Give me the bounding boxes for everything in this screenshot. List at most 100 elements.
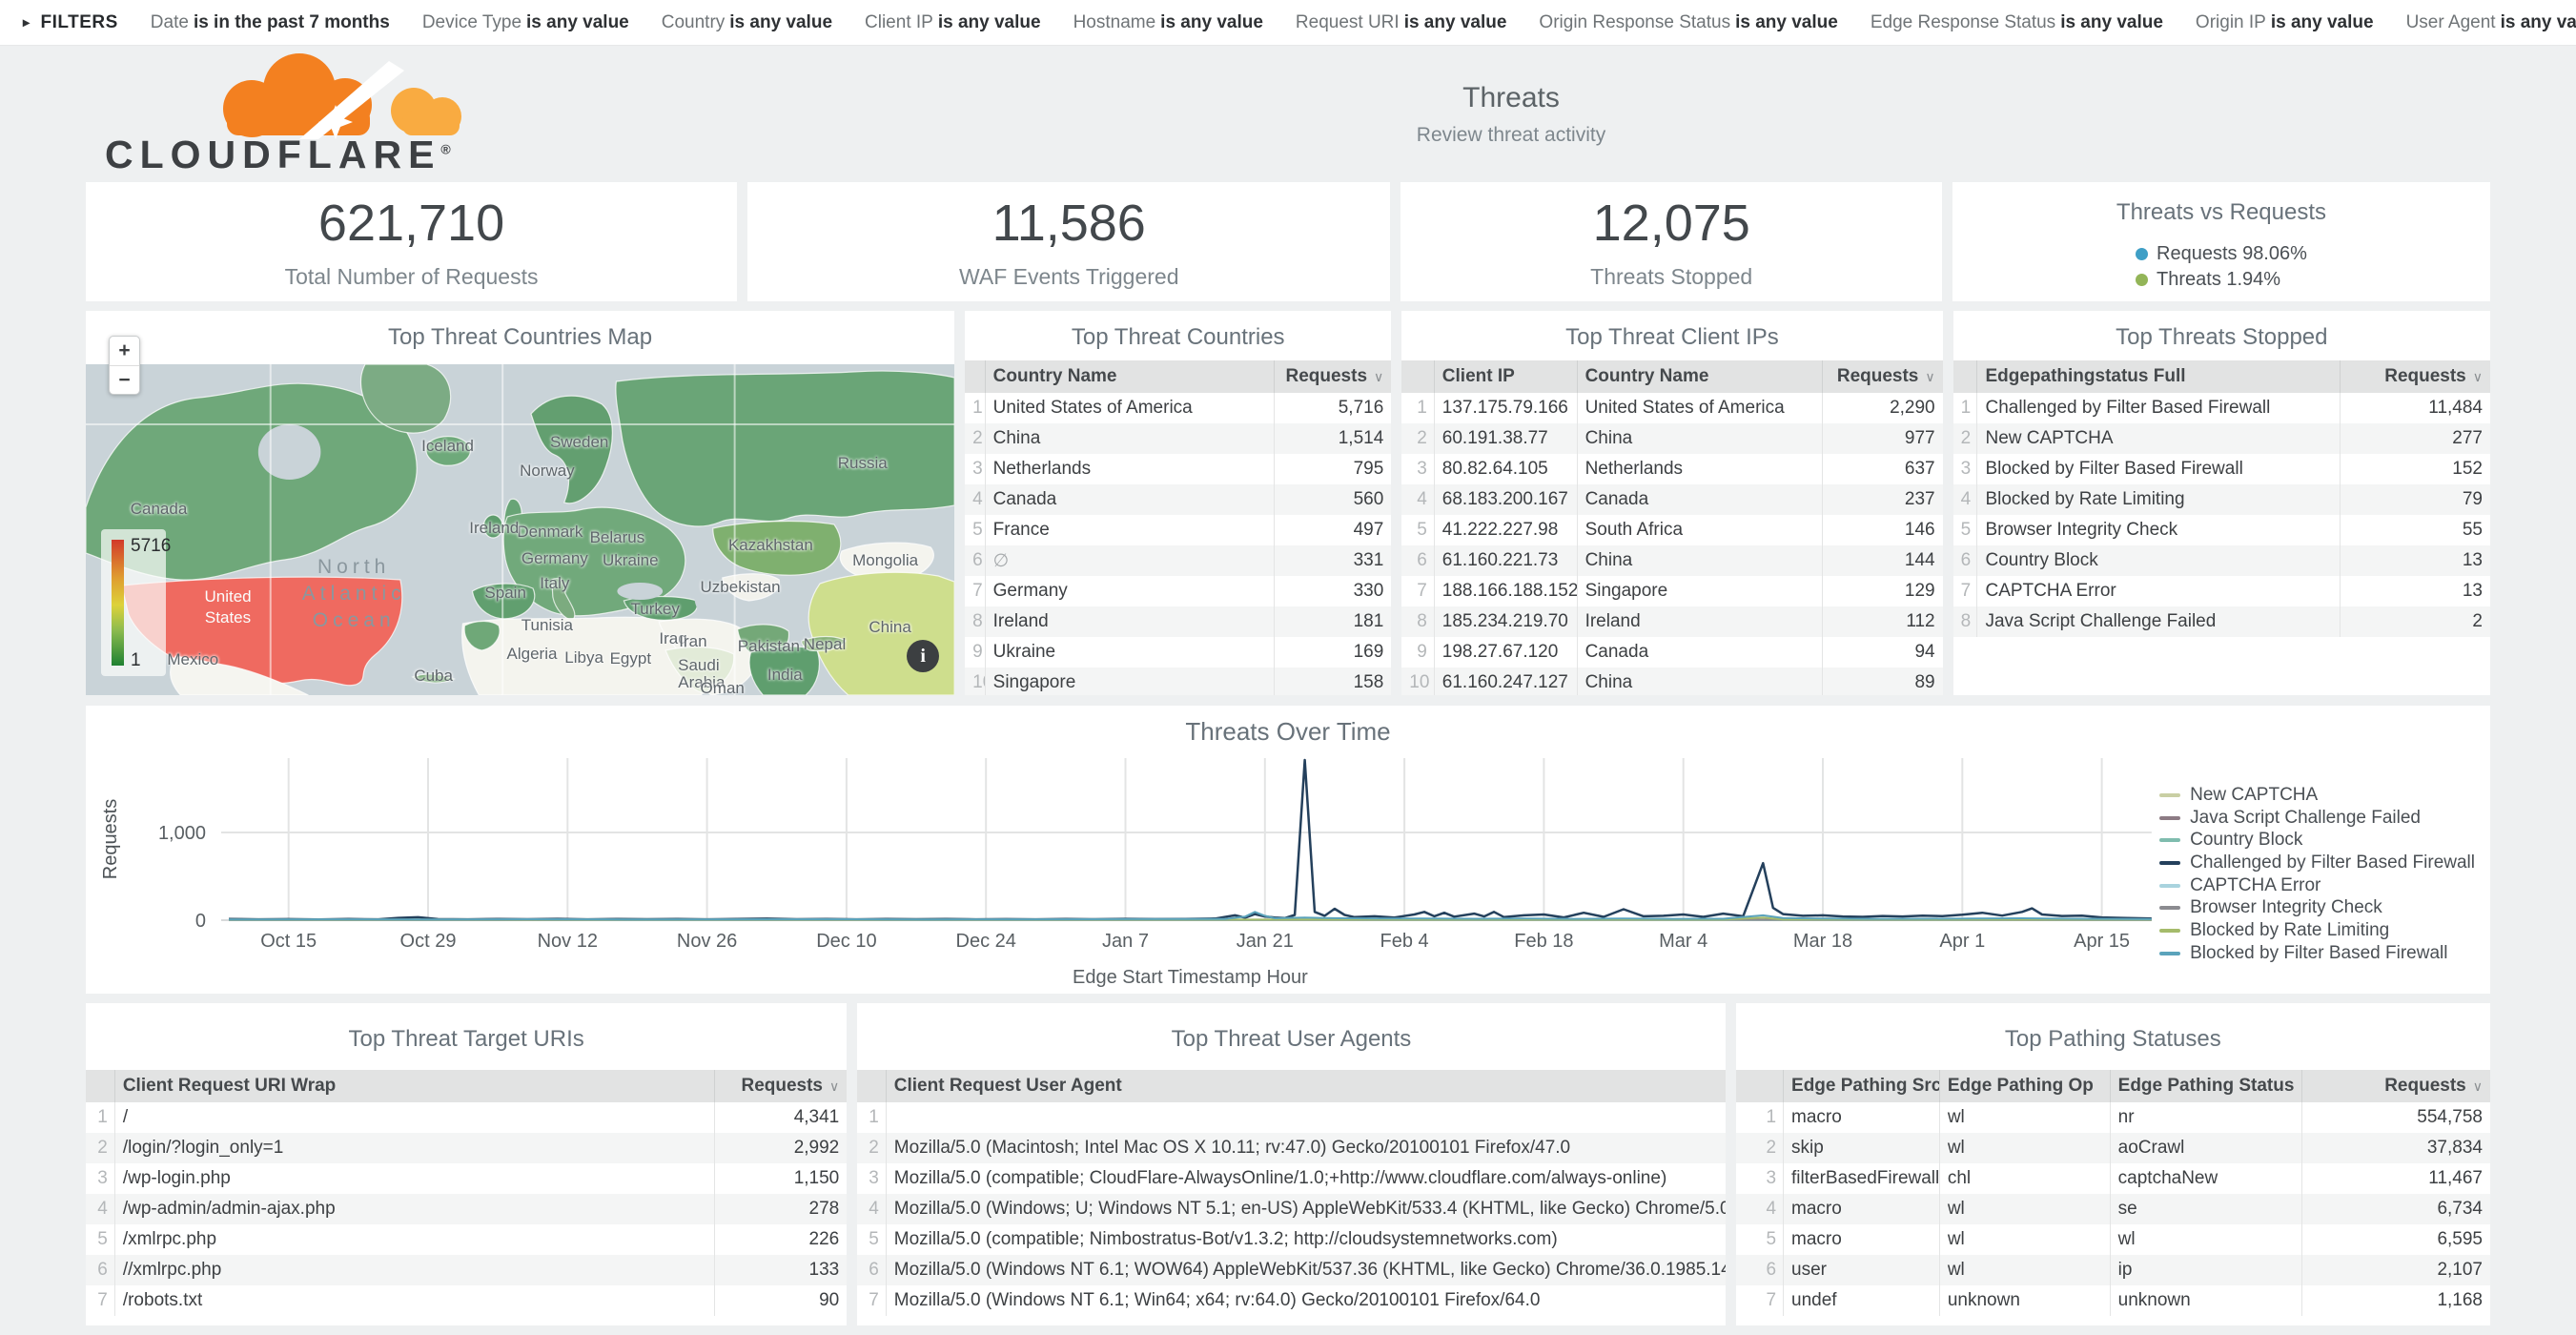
column-header[interactable]: Country Name <box>1577 360 1823 393</box>
table-cell: China <box>1577 668 1823 695</box>
table-row: 2Mozilla/5.0 (Macintosh; Intel Mac OS X … <box>857 1133 1725 1163</box>
column-header[interactable]: Client Request User Agent <box>886 1070 1725 1102</box>
zoom-out-button[interactable]: − <box>110 365 139 394</box>
table-cell: 55 <box>2340 515 2490 545</box>
legend-label: New CAPTCHA <box>2190 785 2318 806</box>
filter-item[interactable]: Dateis in the past 7 months <box>151 12 390 33</box>
table-cell: Country Block <box>1977 545 2340 576</box>
column-header[interactable]: Country Name <box>985 360 1274 393</box>
filter-item[interactable]: User Agentis any value <box>2406 12 2576 33</box>
column-header[interactable]: Requests∨ <box>2340 360 2490 393</box>
chart-legend-item[interactable]: Browser Integrity Check <box>2159 896 2475 919</box>
legend-line-icon <box>2159 906 2180 910</box>
chart-legend-item[interactable]: Java Script Challenge Failed <box>2159 807 2475 830</box>
table-cell: Mozilla/5.0 (compatible; CloudFlare-Alwa… <box>886 1163 1725 1194</box>
table-row: 2skipwlaoCrawl37,834 <box>1736 1133 2490 1163</box>
column-header[interactable]: Edgepathingstatus Full <box>1977 360 2340 393</box>
filter-item[interactable]: Origin IPis any value <box>2196 12 2374 33</box>
table-cell: 185.234.219.70 <box>1434 606 1577 637</box>
table-cell: 90 <box>714 1285 847 1316</box>
filter-field-label: Client IP <box>865 12 933 32</box>
table-cell: 181 <box>1274 606 1391 637</box>
table-cell: 152 <box>2340 454 2490 484</box>
filter-item[interactable]: Request URIis any value <box>1296 12 1507 33</box>
filter-field-label: Origin Response Status <box>1539 12 1730 32</box>
page-title: Threats <box>1417 82 1605 114</box>
column-header[interactable]: Edge Pathing Src <box>1784 1070 1940 1102</box>
stat-threats-stopped: 12,075 Threats Stopped <box>1400 182 1941 301</box>
table-cell: 129 <box>1823 576 1943 606</box>
chart-legend-item[interactable]: Blocked by Rate Limiting <box>2159 919 2475 942</box>
stats-row: 621,710 Total Number of Requests 11,586 … <box>86 182 2490 301</box>
table-cell: Mozilla/5.0 (compatible; Nimbostratus-Bo… <box>886 1224 1725 1255</box>
table-cell: 2,107 <box>2302 1255 2490 1285</box>
table-cell: user <box>1784 1255 1940 1285</box>
table-cell: United States of America <box>985 393 1274 423</box>
donut-legend-item[interactable]: Threats 1.94% <box>2136 267 2307 293</box>
filter-item[interactable]: Device Typeis any value <box>422 12 629 33</box>
column-header[interactable]: Requests∨ <box>2302 1070 2490 1102</box>
chart-legend-item[interactable]: Challenged by Filter Based Firewall <box>2159 852 2475 874</box>
table-row: 260.191.38.77China977 <box>1401 423 1942 454</box>
table-cell: 1,514 <box>1274 423 1391 454</box>
table-row: 5Mozilla/5.0 (compatible; Nimbostratus-B… <box>857 1224 1725 1255</box>
row-number: 1 <box>857 1102 886 1133</box>
chart-legend-item[interactable]: New CAPTCHA <box>2159 784 2475 807</box>
threat-map-card: Top Threat Countries Map <box>86 311 954 695</box>
chart-legend-item[interactable]: Blocked by Filter Based Firewall <box>2159 942 2475 965</box>
threats-over-time-chart[interactable]: 01,000RequestsOct 15Oct 29Nov 12Nov 26De… <box>86 706 2490 994</box>
svg-text:Apr 1: Apr 1 <box>1939 931 1985 952</box>
table-cell: /wp-login.php <box>114 1163 714 1194</box>
top-pathing-statuses-card: Top Pathing Statuses Edge Pathing SrcEdg… <box>1736 1003 2490 1325</box>
donut-legend-item[interactable]: Requests 98.06% <box>2136 241 2307 267</box>
cloudflare-wordmark: CLOUDFLARE® <box>105 133 451 177</box>
filter-item[interactable]: Client IPis any value <box>865 12 1041 33</box>
row-number: 7 <box>1401 576 1434 606</box>
filter-field-label: Edge Response Status <box>1871 12 2055 32</box>
table-cell: ip <box>2110 1255 2302 1285</box>
table-cell: 79 <box>2340 484 2490 515</box>
map-info-button[interactable]: i <box>907 640 939 672</box>
column-header[interactable]: Client Request URI Wrap <box>114 1070 714 1102</box>
table-row: 468.183.200.167Canada237 <box>1401 484 1942 515</box>
table-row: 4Mozilla/5.0 (Windows; U; Windows NT 5.1… <box>857 1194 1725 1224</box>
row-number: 3 <box>965 454 985 484</box>
column-header[interactable]: Requests∨ <box>1823 360 1943 393</box>
svg-text:Nov 12: Nov 12 <box>538 931 598 952</box>
world-map[interactable]: CanadaUnitedStatesMexicoCubaIcelandSwede… <box>86 364 954 695</box>
row-number: 2 <box>1953 423 1977 454</box>
row-number: 7 <box>86 1285 114 1316</box>
page-subtitle: Review threat activity <box>1417 124 1605 147</box>
row-number: 8 <box>1401 606 1434 637</box>
map-legend-max: 5716 <box>131 536 171 557</box>
chart-legend-item[interactable]: Country Block <box>2159 829 2475 852</box>
column-header[interactable]: Edge Pathing Op <box>1939 1070 2110 1102</box>
filter-item[interactable]: Countryis any value <box>662 12 832 33</box>
table-cell: 237 <box>1823 484 1943 515</box>
filter-field-label: Hostname <box>1073 12 1156 32</box>
map-gradient-bar <box>112 540 124 666</box>
column-header[interactable]: Client IP <box>1434 360 1577 393</box>
table-cell: 60.191.38.77 <box>1434 423 1577 454</box>
row-number-header <box>965 360 985 393</box>
filter-item[interactable]: Origin Response Statusis any value <box>1539 12 1837 33</box>
column-header[interactable]: Edge Pathing Status <box>2110 1070 2302 1102</box>
column-header[interactable]: Requests∨ <box>714 1070 847 1102</box>
filters-toggle[interactable]: ▸ FILTERS <box>23 12 118 33</box>
filter-item[interactable]: Hostnameis any value <box>1073 12 1263 33</box>
filter-item[interactable]: Edge Response Statusis any value <box>1871 12 2163 33</box>
table-cell: 13 <box>2340 545 2490 576</box>
zoom-in-button[interactable]: + <box>110 337 139 365</box>
table-cell: aoCrawl <box>2110 1133 2302 1163</box>
table-row: 7188.166.188.152Singapore129 <box>1401 576 1942 606</box>
table-cell: Canada <box>1577 637 1823 668</box>
filter-value: is any value <box>1160 12 1263 32</box>
row-number: 9 <box>1401 637 1434 668</box>
table-cell: Java Script Challenge Failed <box>1977 606 2340 637</box>
column-header[interactable]: Requests∨ <box>1274 360 1391 393</box>
map-legend-min: 1 <box>131 650 141 671</box>
table-row: 5macrowlwl6,595 <box>1736 1224 2490 1255</box>
table-cell: 4,341 <box>714 1102 847 1133</box>
table-row: 6userwlip2,107 <box>1736 1255 2490 1285</box>
chart-legend-item[interactable]: CAPTCHA Error <box>2159 874 2475 897</box>
